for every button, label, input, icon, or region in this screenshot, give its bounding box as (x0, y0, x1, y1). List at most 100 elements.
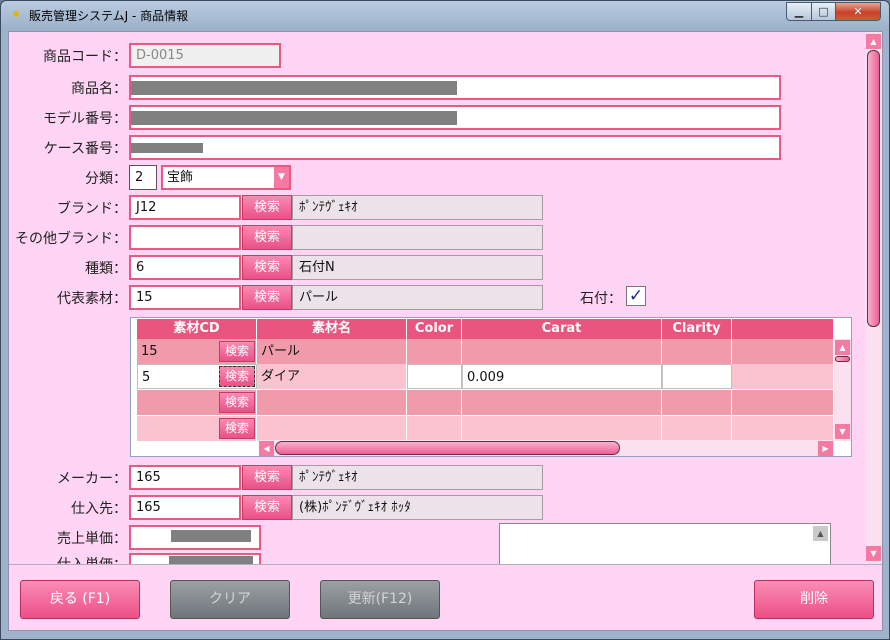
kind-code-field[interactable]: 6 (129, 255, 241, 280)
table-row[interactable]: 検索 (137, 416, 833, 441)
close-button[interactable]: ✕ (835, 2, 881, 21)
delete-button[interactable]: 削除 (754, 580, 874, 619)
column-header[interactable]: Carat (462, 319, 662, 339)
clarity-cell[interactable] (662, 339, 732, 364)
chevron-down-icon[interactable]: ▼ (274, 167, 289, 188)
model-number-label: モデル番号： (43, 111, 127, 127)
color-cell[interactable] (407, 416, 462, 441)
column-header[interactable]: 素材CD (137, 319, 257, 339)
color-cell[interactable] (407, 339, 462, 364)
brand-code-field[interactable]: J12 (129, 195, 241, 220)
memo-textarea[interactable]: ▲ (499, 523, 831, 565)
redacted-text (169, 556, 253, 564)
table-row[interactable]: 検索 (137, 390, 833, 415)
kind-search-button[interactable]: 検索 (242, 255, 292, 280)
minimize-button[interactable]: ▁ (786, 2, 812, 21)
scroll-up-icon[interactable]: ▲ (835, 340, 850, 355)
update-button[interactable]: 更新(F12) (320, 580, 440, 619)
material-name-cell[interactable]: パール (257, 339, 407, 364)
scroll-left-icon[interactable]: ◀ (259, 441, 274, 456)
category-select-value: 宝飾 (167, 170, 194, 185)
sale-price-field[interactable] (129, 525, 261, 550)
category-code-field[interactable]: 2 (129, 165, 157, 190)
form-vertical-thumb[interactable] (867, 50, 880, 327)
model-number-field[interactable] (129, 105, 781, 130)
kind-label: 種類： (85, 261, 127, 277)
stone-checkbox[interactable]: ✓ (626, 286, 646, 306)
grid-header: 素材CD 素材名 Color Carat Clarity (137, 319, 833, 339)
other-brand-label: その他ブランド： (15, 231, 127, 247)
memo-scroll-up-icon[interactable]: ▲ (813, 526, 828, 541)
maker-search-button[interactable]: 検索 (242, 465, 292, 490)
maximize-icon: □ (818, 5, 829, 18)
redacted-text (131, 81, 457, 95)
form-vertical-scrollbar[interactable]: ▲ ▼ (865, 32, 882, 564)
window-title: 販売管理システムJ - 商品情報 (29, 9, 189, 23)
back-button[interactable]: 戻る (F1) (20, 580, 140, 619)
case-number-field[interactable] (129, 135, 781, 160)
carat-cell[interactable] (462, 390, 662, 415)
product-name-label: 商品名： (71, 81, 127, 97)
close-icon: ✕ (853, 5, 863, 18)
material-name-cell[interactable]: ダイア (257, 364, 407, 389)
other-brand-name-field (292, 225, 543, 250)
supplier-label: 仕入先： (71, 501, 127, 517)
carat-cell[interactable] (462, 416, 662, 441)
main-material-search-button[interactable]: 検索 (242, 285, 292, 310)
row-search-button[interactable]: 検索 (219, 418, 255, 439)
clarity-cell[interactable] (662, 364, 732, 389)
row-search-button[interactable]: 検索 (219, 366, 255, 387)
clear-button[interactable]: クリア (170, 580, 290, 619)
color-cell[interactable] (407, 364, 462, 389)
supplier-search-button[interactable]: 検索 (242, 495, 292, 520)
grid-vertical-scrollbar[interactable]: ▲ ▼ (834, 339, 851, 441)
maximize-button[interactable]: □ (811, 2, 836, 21)
action-bar: 戻る (F1) クリア 更新(F12) 削除 (9, 564, 882, 630)
product-code-label: 商品コード： (43, 49, 127, 65)
grid-horizontal-thumb[interactable] (275, 441, 620, 455)
row-search-button[interactable]: 検索 (219, 341, 255, 362)
carat-cell[interactable]: 0.009 (462, 364, 662, 389)
grid-horizontal-scrollbar[interactable]: ◀ ▶ (259, 440, 834, 456)
scroll-right-icon[interactable]: ▶ (818, 441, 833, 456)
maker-code-field[interactable]: 165 (129, 465, 241, 490)
other-brand-code-field[interactable] (129, 225, 241, 250)
scroll-down-icon[interactable]: ▼ (866, 546, 881, 561)
column-header-filler (732, 319, 833, 339)
maker-label: メーカー： (57, 471, 127, 487)
scroll-down-icon[interactable]: ▼ (835, 424, 850, 439)
category-select[interactable]: 宝飾 ▼ (161, 165, 291, 190)
color-cell[interactable] (407, 390, 462, 415)
grid-vertical-thumb[interactable] (835, 356, 850, 362)
table-row[interactable]: 15 検索 パール (137, 339, 833, 364)
clarity-cell[interactable] (662, 416, 732, 441)
case-number-label: ケース番号： (43, 141, 127, 157)
row-search-button[interactable]: 検索 (219, 392, 255, 413)
brand-label: ブランド： (57, 201, 127, 217)
clarity-cell[interactable] (662, 390, 732, 415)
main-material-code-field[interactable]: 15 (129, 285, 241, 310)
main-material-name-field: パール (292, 285, 543, 310)
app-window: ✦ 販売管理システムJ - 商品情報 ▁ □ ✕ 商品コード： D-0015 商… (0, 0, 890, 640)
column-header[interactable]: Color (407, 319, 462, 339)
redacted-text (131, 111, 457, 125)
product-code-field[interactable]: D-0015 (129, 43, 281, 68)
supplier-code-field[interactable]: 165 (129, 495, 241, 520)
check-icon: ✓ (628, 286, 644, 306)
table-row[interactable]: 5 検索 ダイア 0.009 (137, 364, 833, 389)
other-brand-search-button[interactable]: 検索 (242, 225, 292, 250)
brand-search-button[interactable]: 検索 (242, 195, 292, 220)
title-bar[interactable]: ✦ 販売管理システムJ - 商品情報 ▁ □ ✕ (1, 1, 889, 31)
maker-name-field: ﾎﾟﾝﾃｳﾞｪｷｵ (292, 465, 543, 490)
column-header[interactable]: 素材名 (257, 319, 407, 339)
column-header[interactable]: Clarity (662, 319, 732, 339)
scroll-up-icon[interactable]: ▲ (866, 34, 881, 49)
carat-cell[interactable] (462, 339, 662, 364)
purchase-price-field[interactable] (129, 553, 261, 564)
product-name-field[interactable] (129, 75, 781, 100)
main-material-label: 代表素材： (57, 291, 127, 307)
stone-label: 石付： (580, 291, 622, 307)
material-name-cell[interactable] (257, 390, 407, 415)
minimize-icon: ▁ (794, 5, 804, 18)
material-name-cell[interactable] (257, 416, 407, 441)
